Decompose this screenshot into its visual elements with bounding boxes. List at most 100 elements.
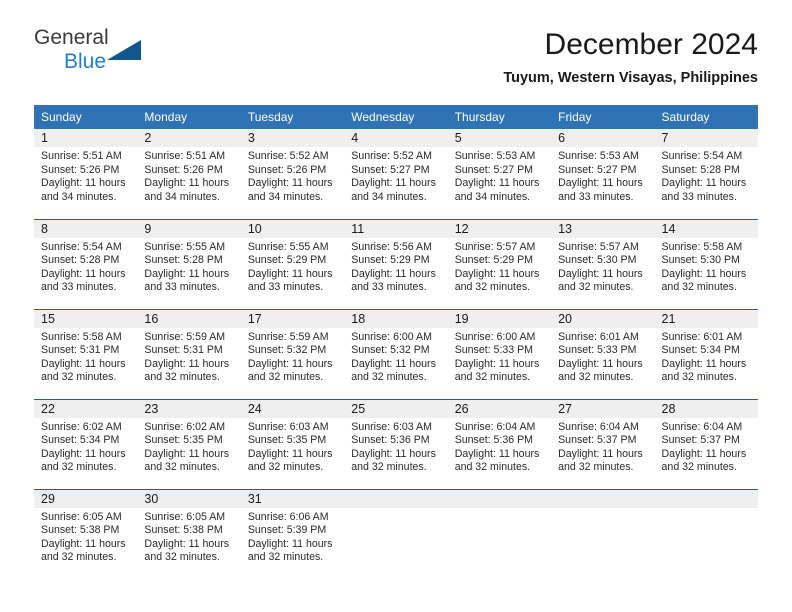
daylight-text-line1: Daylight: 11 hours xyxy=(351,357,436,370)
day-details: Sunrise: 5:59 AM Sunset: 5:31 PM Daylight:… xyxy=(137,328,240,385)
calendar-body: 1 Sunrise: 5:51 AM Sunset: 5:26 PM Daylight… xyxy=(34,129,758,579)
day-number: 27 xyxy=(551,399,655,418)
daylight-text-line2: and 33 minutes. xyxy=(558,190,634,203)
calendar-day-cell[interactable]: 28 Sunrise: 6:04 AM Sunset: 5:37 PM Dayligh… xyxy=(654,398,758,489)
sunrise-text: Sunrise: 6:01 AM xyxy=(661,330,743,343)
day-number xyxy=(551,489,655,508)
calendar-day-cell[interactable]: 6 Sunrise: 5:53 AM Sunset: 5:27 PM Daylight… xyxy=(551,129,655,219)
calendar-day-cell[interactable]: 30 Sunrise: 6:05 AM Sunset: 5:38 PM Dayligh… xyxy=(137,488,241,579)
sunrise-text: Sunrise: 5:56 AM xyxy=(351,240,432,253)
sunrise-text: Sunrise: 6:02 AM xyxy=(144,420,226,433)
calendar-day-cell[interactable]: 1 Sunrise: 5:51 AM Sunset: 5:26 PM Daylight… xyxy=(34,129,138,219)
sunrise-text: Sunrise: 5:57 AM xyxy=(558,240,639,253)
daylight-text-line1: Daylight: 11 hours xyxy=(41,447,126,460)
day-details: Sunrise: 5:58 AM Sunset: 5:30 PM Daylight:… xyxy=(655,238,758,295)
calendar-day-cell[interactable]: 14 Sunrise: 5:58 AM Sunset: 5:30 PM Dayligh… xyxy=(654,218,758,309)
daylight-text-line2: and 32 minutes. xyxy=(144,371,220,384)
daylight-text-line2: and 32 minutes. xyxy=(144,551,220,564)
calendar-day-cell[interactable]: 26 Sunrise: 6:04 AM Sunset: 5:36 PM Dayligh… xyxy=(447,398,552,489)
calendar-day-cell[interactable]: 22 Sunrise: 6:02 AM Sunset: 5:34 PM Dayligh… xyxy=(34,398,138,489)
calendar-day-cell[interactable]: 3 Sunrise: 5:52 AM Sunset: 5:26 PM Daylight… xyxy=(240,129,345,219)
daylight-text-line2: and 32 minutes. xyxy=(661,371,737,384)
sunset-text: Sunset: 5:36 PM xyxy=(454,434,534,447)
sunset-text: Sunset: 5:31 PM xyxy=(41,344,120,357)
calendar-day-cell[interactable]: 2 Sunrise: 5:51 AM Sunset: 5:26 PM Daylight… xyxy=(137,129,241,219)
calendar-day-cell[interactable]: 20 Sunrise: 6:01 AM Sunset: 5:33 PM Dayligh… xyxy=(551,308,655,399)
day-number: 4 xyxy=(344,129,448,147)
calendar-day-cell[interactable]: 15 Sunrise: 5:58 AM Sunset: 5:31 PM Dayligh… xyxy=(34,308,138,399)
weekday-header-friday: Friday xyxy=(551,105,655,129)
calendar-day-cell[interactable]: 9 Sunrise: 5:55 AM Sunset: 5:28 PM Daylight… xyxy=(137,218,241,309)
day-details: Sunrise: 6:02 AM Sunset: 5:34 PM Daylight:… xyxy=(34,418,137,475)
day-number: 12 xyxy=(447,219,552,238)
daylight-text-line2: and 34 minutes. xyxy=(144,190,220,203)
sunrise-text: Sunrise: 5:59 AM xyxy=(144,330,226,343)
calendar-day-cell[interactable]: 12 Sunrise: 5:57 AM Sunset: 5:29 PM Dayligh… xyxy=(447,218,552,309)
calendar-day-cell[interactable]: 25 Sunrise: 6:03 AM Sunset: 5:36 PM Dayligh… xyxy=(344,398,448,489)
calendar-day-cell[interactable]: 29 Sunrise: 6:05 AM Sunset: 5:38 PM Dayligh… xyxy=(34,488,138,579)
sunrise-text: Sunrise: 5:52 AM xyxy=(247,150,329,162)
calendar-day-cell[interactable]: 10 Sunrise: 5:55 AM Sunset: 5:29 PM Dayligh… xyxy=(240,218,345,309)
sunset-text: Sunset: 5:38 PM xyxy=(144,524,223,537)
day-number: 13 xyxy=(551,219,655,238)
calendar-empty-cell xyxy=(344,488,448,579)
sunset-text: Sunset: 5:29 PM xyxy=(247,254,327,267)
calendar-day-cell[interactable]: 31 Sunrise: 6:06 AM Sunset: 5:39 PM Dayligh… xyxy=(240,488,345,579)
calendar-day-cell[interactable]: 7 Sunrise: 5:54 AM Sunset: 5:28 PM Daylight… xyxy=(654,129,758,219)
generalblue-logo: General Blue xyxy=(34,26,264,92)
day-details: Sunrise: 5:57 AM Sunset: 5:30 PM Daylight:… xyxy=(551,238,654,295)
day-details: Sunrise: 6:04 AM Sunset: 5:37 PM Daylight:… xyxy=(551,418,654,475)
daylight-text-line1: Daylight: 11 hours xyxy=(454,177,540,190)
day-details: Sunrise: 6:04 AM Sunset: 5:36 PM Daylight:… xyxy=(448,418,551,475)
sunrise-text: Sunrise: 5:57 AM xyxy=(454,240,536,253)
calendar-day-cell[interactable]: 11 Sunrise: 5:56 AM Sunset: 5:29 PM Dayligh… xyxy=(344,218,448,309)
calendar-week-row: 22 Sunrise: 6:02 AM Sunset: 5:34 PM Dayligh… xyxy=(34,398,758,489)
day-number: 15 xyxy=(34,309,138,328)
daylight-text-line2: and 32 minutes. xyxy=(351,461,427,474)
calendar-day-cell[interactable]: 23 Sunrise: 6:02 AM Sunset: 5:35 PM Dayligh… xyxy=(137,398,241,489)
sunset-text: Sunset: 5:33 PM xyxy=(454,344,534,357)
day-number: 5 xyxy=(447,129,552,147)
day-number: 19 xyxy=(447,309,552,328)
daylight-text-line2: and 32 minutes. xyxy=(558,281,634,294)
day-details: Sunrise: 5:59 AM Sunset: 5:32 PM Daylight:… xyxy=(241,328,344,385)
calendar-day-cell[interactable]: 5 Sunrise: 5:53 AM Sunset: 5:27 PM Daylight… xyxy=(447,129,552,219)
daylight-text-line1: Daylight: 11 hours xyxy=(454,267,540,280)
calendar-day-cell[interactable]: 8 Sunrise: 5:54 AM Sunset: 5:28 PM Daylight… xyxy=(34,218,138,309)
daylight-text-line1: Daylight: 11 hours xyxy=(351,267,436,280)
sunrise-text: Sunrise: 5:52 AM xyxy=(351,150,432,162)
sunrise-text: Sunrise: 5:59 AM xyxy=(247,330,329,343)
daylight-text-line1: Daylight: 11 hours xyxy=(247,537,333,550)
day-number: 29 xyxy=(34,489,138,508)
calendar-day-cell[interactable]: 18 Sunrise: 6:00 AM Sunset: 5:32 PM Dayligh… xyxy=(344,308,448,399)
day-number: 22 xyxy=(34,399,138,418)
calendar-day-cell[interactable]: 13 Sunrise: 5:57 AM Sunset: 5:30 PM Dayligh… xyxy=(551,218,655,309)
sunset-text: Sunset: 5:34 PM xyxy=(41,434,120,447)
title-block: December 2024 Tuyum, Western Visayas, Ph… xyxy=(503,26,758,88)
calendar-day-cell[interactable]: 19 Sunrise: 6:00 AM Sunset: 5:33 PM Dayligh… xyxy=(447,308,552,399)
calendar-week-row: 15 Sunrise: 5:58 AM Sunset: 5:31 PM Dayligh… xyxy=(34,308,758,399)
sunset-text: Sunset: 5:28 PM xyxy=(144,254,223,267)
daylight-text-line2: and 32 minutes. xyxy=(351,371,427,384)
calendar-day-cell[interactable]: 21 Sunrise: 6:01 AM Sunset: 5:34 PM Dayligh… xyxy=(654,308,758,399)
page-title: December 2024 xyxy=(544,28,758,61)
calendar-day-cell[interactable]: 16 Sunrise: 5:59 AM Sunset: 5:31 PM Dayligh… xyxy=(137,308,241,399)
calendar-day-cell[interactable]: 27 Sunrise: 6:04 AM Sunset: 5:37 PM Dayligh… xyxy=(551,398,655,489)
page-header: General Blue December 2024 Tuyum, Wester… xyxy=(34,26,758,98)
sunrise-text: Sunrise: 5:58 AM xyxy=(661,240,743,253)
day-number: 10 xyxy=(240,219,345,238)
sunrise-text: Sunrise: 5:51 AM xyxy=(144,150,226,162)
day-details: Sunrise: 5:55 AM Sunset: 5:28 PM Daylight:… xyxy=(137,238,240,295)
calendar-day-cell[interactable]: 17 Sunrise: 5:59 AM Sunset: 5:32 PM Dayligh… xyxy=(240,308,345,399)
daylight-text-line2: and 32 minutes. xyxy=(247,461,324,474)
day-details: Sunrise: 5:54 AM Sunset: 5:28 PM Daylight:… xyxy=(34,238,137,295)
calendar-day-cell[interactable]: 24 Sunrise: 6:03 AM Sunset: 5:35 PM Dayligh… xyxy=(240,398,345,489)
daylight-text-line2: and 32 minutes. xyxy=(41,371,117,384)
daylight-text-line1: Daylight: 11 hours xyxy=(661,177,747,190)
calendar-day-cell[interactable]: 4 Sunrise: 5:52 AM Sunset: 5:27 PM Daylight… xyxy=(344,129,448,219)
day-details: Sunrise: 6:01 AM Sunset: 5:34 PM Daylight:… xyxy=(655,328,758,385)
day-details: Sunrise: 5:53 AM Sunset: 5:27 PM Daylight:… xyxy=(448,147,551,204)
sunrise-text: Sunrise: 5:53 AM xyxy=(454,150,536,162)
day-number: 1 xyxy=(34,129,138,147)
daylight-text-line1: Daylight: 11 hours xyxy=(41,177,126,190)
